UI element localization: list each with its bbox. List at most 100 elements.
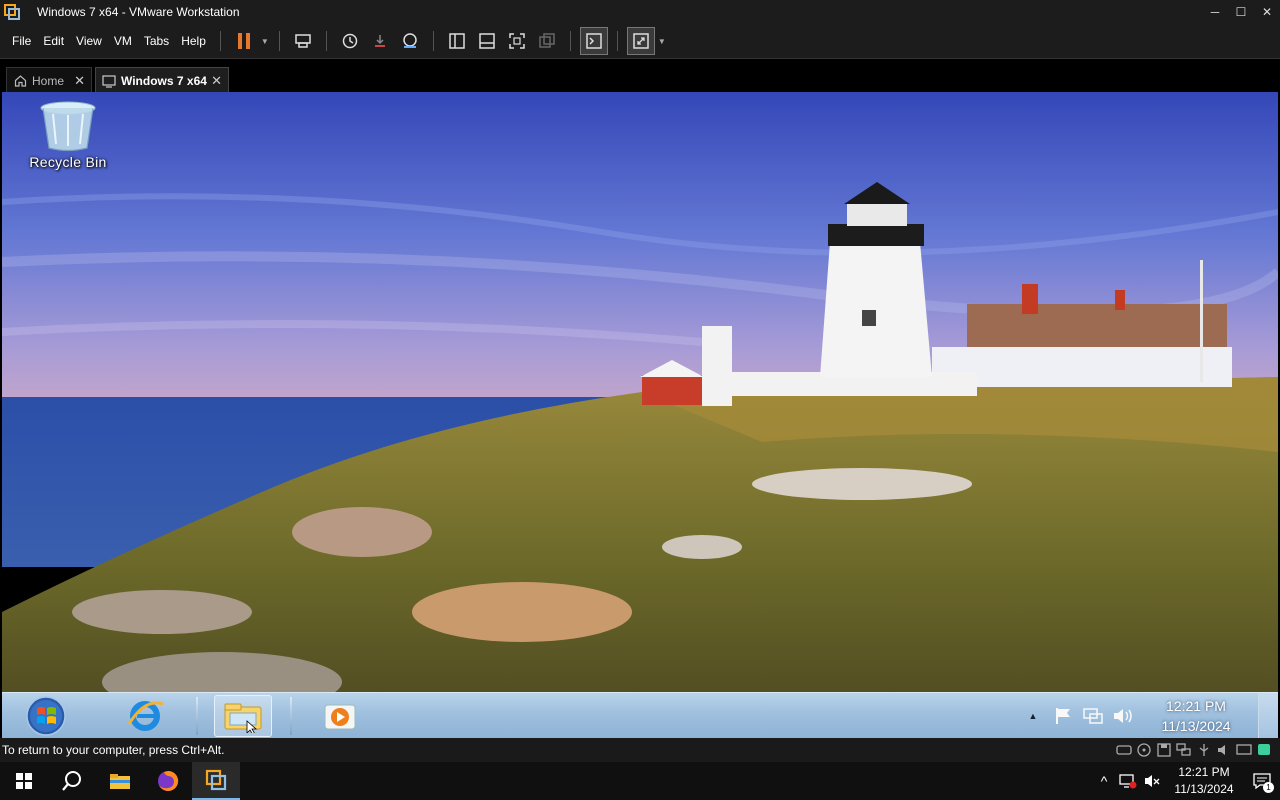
power-dropdown-icon[interactable]: ▼ [259, 28, 271, 54]
terminal-icon [586, 33, 602, 49]
tab-home-label: Home [32, 73, 65, 88]
search-icon [62, 771, 81, 791]
host-search-button[interactable] [48, 762, 96, 800]
desktop-icon-recycle-bin[interactable]: Recycle Bin [16, 100, 120, 170]
tab-windows7[interactable]: Windows 7 x64 ✕ [95, 67, 229, 93]
vm-icon [102, 74, 116, 88]
cd-dvd-icon[interactable] [1135, 742, 1152, 758]
host-clock-time: 12:21 PM [1178, 765, 1230, 779]
show-hidden-icons-button[interactable]: ▲ [1018, 701, 1048, 731]
toolbar-separator [278, 31, 280, 51]
taskbar-windows-explorer[interactable] [214, 695, 272, 737]
sound-card-icon[interactable] [1215, 742, 1232, 758]
menu-help[interactable]: Help [175, 24, 212, 58]
notification-count-badge: 1 [1263, 782, 1274, 793]
taskbar-internet-explorer[interactable] [116, 695, 174, 737]
snapshot-manager-button[interactable] [397, 28, 423, 54]
minimize-button[interactable]: ─ [1202, 0, 1228, 24]
console-view-button[interactable] [579, 27, 608, 55]
host-file-explorer[interactable] [96, 762, 144, 800]
file-explorer-icon [110, 774, 130, 789]
tab-bar: Home ✕ Windows 7 x64 ✕ [0, 58, 1280, 93]
floppy-icon[interactable] [1155, 742, 1172, 758]
internet-explorer-icon [127, 701, 164, 731]
close-button[interactable]: ✕ [1254, 0, 1280, 24]
thumbnail-bar-button[interactable] [474, 28, 500, 54]
vmware-icon [4, 4, 20, 20]
start-button[interactable] [16, 695, 76, 737]
stretch-guest-button[interactable] [626, 27, 655, 55]
stretch-dropdown-icon[interactable]: ▼ [656, 28, 668, 54]
network-adapter-icon[interactable] [1175, 742, 1192, 758]
firefox-icon [158, 770, 179, 791]
recycle-bin-icon [40, 101, 96, 152]
host-volume-muted-icon[interactable] [1140, 762, 1164, 800]
taskbar-media-player[interactable] [312, 695, 370, 737]
media-player-icon [324, 704, 356, 730]
host-network-disconnected-icon[interactable] [1116, 762, 1140, 800]
thumbnail-panel-icon [479, 33, 495, 49]
host-clock[interactable]: 12:21 PM 11/13/2024 [1168, 764, 1240, 798]
menu-view[interactable]: View [70, 24, 108, 58]
toolbar-separator [325, 31, 327, 51]
taskbar-separator [196, 697, 198, 735]
guest-clock-time: 12:21 PM [1166, 698, 1226, 714]
toolbar-separator [569, 31, 571, 51]
windows-explorer-icon [224, 703, 262, 733]
maximize-button[interactable]: ☐ [1228, 0, 1254, 24]
hard-disk-icon[interactable] [1115, 742, 1132, 758]
network-icon[interactable] [1078, 701, 1108, 731]
guest-clock-date: 11/13/2024 [1161, 718, 1231, 734]
unity-icon [539, 33, 555, 48]
tab-windows7-label: Windows 7 x64 [121, 73, 207, 88]
send-ctrl-alt-del-button[interactable] [290, 28, 316, 54]
menu-edit[interactable]: Edit [37, 24, 70, 58]
display-icon[interactable] [1235, 742, 1252, 758]
revert-snapshot-button[interactable] [367, 28, 393, 54]
host-show-hidden-icons-button[interactable]: ^ [1092, 762, 1116, 800]
revert-icon [374, 35, 385, 47]
host-clock-date: 11/13/2024 [1174, 782, 1234, 796]
keyboard-icon [295, 34, 311, 48]
home-icon [13, 74, 27, 88]
menu-bar: File Edit View VM Tabs Help ▼ ▼ [0, 24, 1280, 58]
guest-taskbar: ▲ 12:21 PM 11/13/2024 [2, 692, 1278, 738]
toolbar-separator [432, 31, 434, 51]
host-firefox[interactable] [144, 762, 192, 800]
taskbar-separator [290, 697, 292, 735]
menu-file[interactable]: File [6, 24, 37, 58]
menu-vm[interactable]: VM [108, 24, 138, 58]
snapshot-button[interactable] [337, 28, 363, 54]
tab-home[interactable]: Home ✕ [6, 67, 92, 93]
toolbar-separator [219, 31, 221, 51]
pause-icon [237, 33, 250, 49]
show-desktop-button[interactable] [1258, 693, 1278, 738]
window-title: Windows 7 x64 - VMware Workstation [37, 5, 240, 19]
snapshot-manager-icon [403, 33, 417, 48]
usb-icon[interactable] [1195, 742, 1212, 758]
message-log-icon[interactable] [1255, 742, 1272, 758]
vmware-icon [205, 769, 227, 791]
host-taskbar: ^ 12:21 PM 11/13/2024 1 [0, 762, 1280, 800]
full-screen-button[interactable] [504, 28, 530, 54]
title-bar: Windows 7 x64 - VMware Workstation ─ ☐ ✕ [0, 0, 1280, 24]
guest-desktop[interactable]: Recycle Bin ▲ 12:21 PM 11/13/2024 [2, 92, 1278, 738]
windows-orb-icon [26, 696, 66, 736]
host-start-button[interactable] [0, 762, 48, 800]
guest-clock[interactable]: 12:21 PM 11/13/2024 [1142, 696, 1250, 736]
unity-button[interactable] [534, 28, 560, 54]
show-library-button[interactable] [444, 28, 470, 54]
tab-windows7-close-icon[interactable]: ✕ [211, 73, 222, 89]
toolbar-separator [616, 31, 618, 51]
status-bar: To return to your computer, press Ctrl+A… [0, 738, 1280, 762]
pause-button[interactable] [231, 28, 257, 54]
host-vmware[interactable] [192, 762, 240, 800]
volume-icon[interactable] [1108, 701, 1138, 731]
tab-home-close-icon[interactable]: ✕ [74, 73, 85, 89]
full-screen-icon [509, 33, 525, 49]
action-center-flag-icon[interactable] [1048, 701, 1078, 731]
library-panel-icon [449, 33, 465, 49]
guest-system-tray: ▲ 12:21 PM 11/13/2024 [1018, 693, 1278, 738]
menu-tabs[interactable]: Tabs [138, 24, 175, 58]
host-notification-center-button[interactable]: 1 [1244, 762, 1280, 800]
